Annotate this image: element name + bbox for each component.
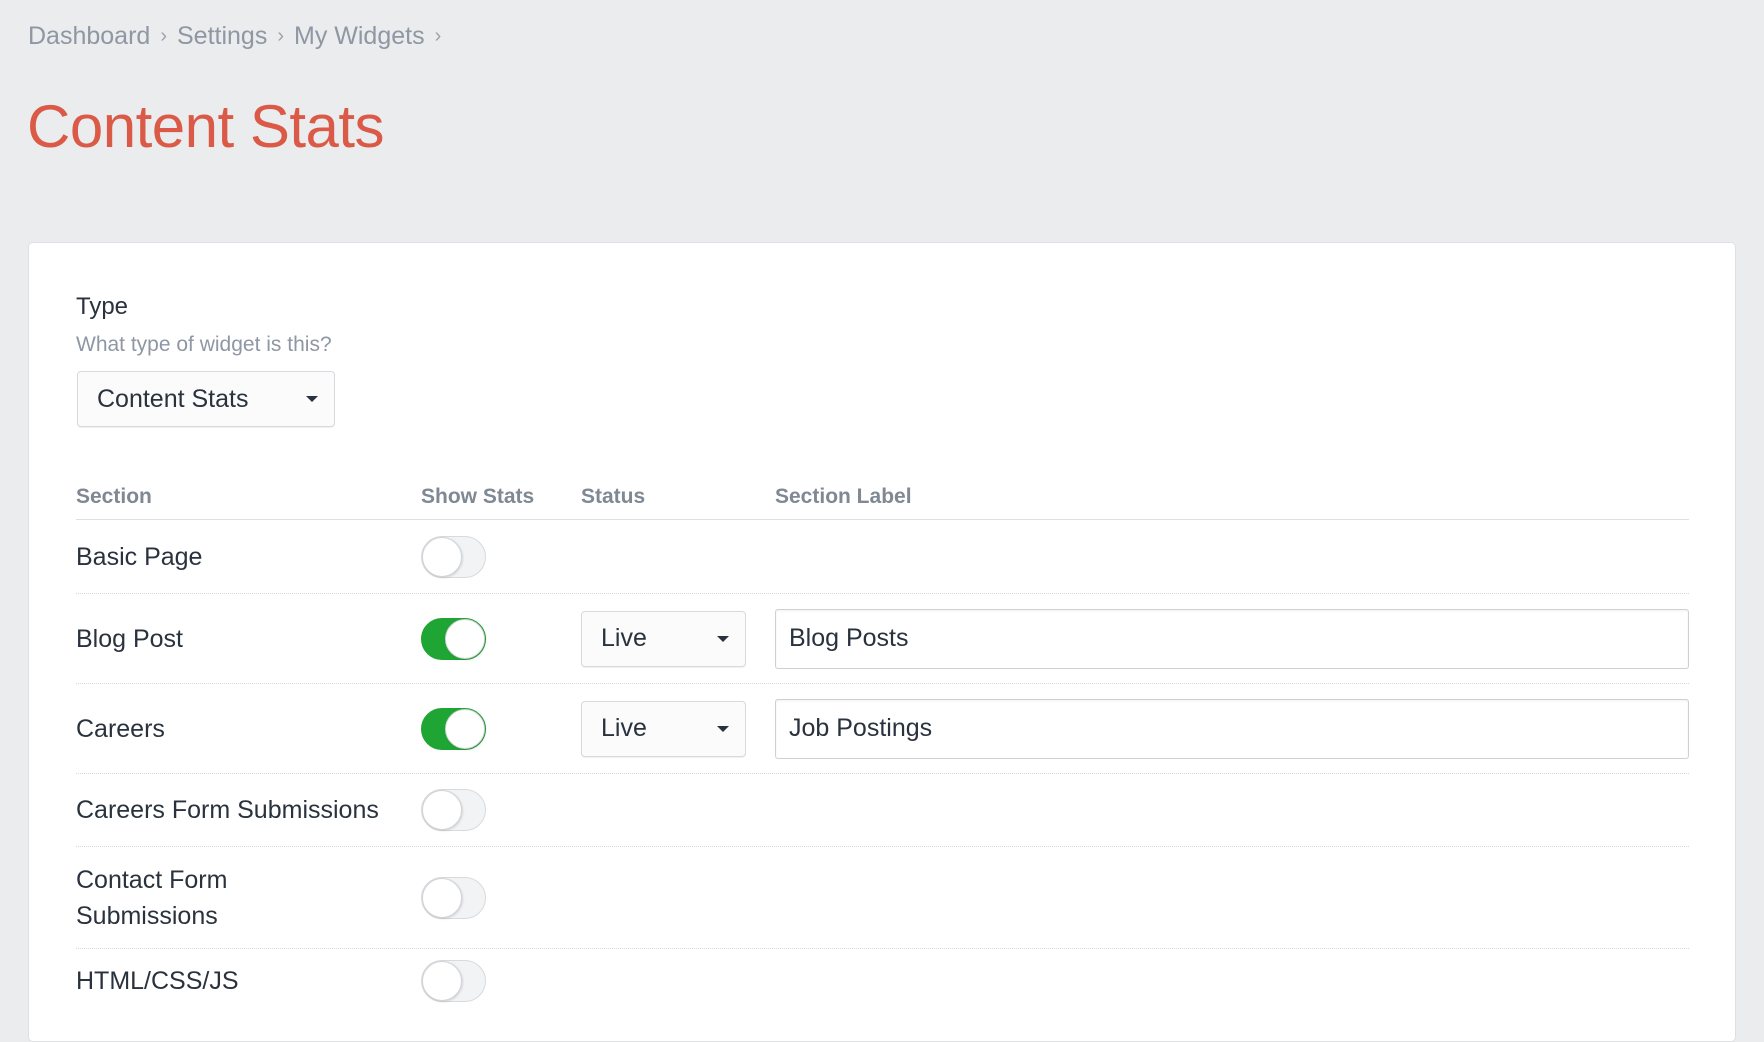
- show-stats-toggle[interactable]: [421, 707, 486, 750]
- type-select-value: Content Stats: [97, 384, 249, 413]
- show-stats-toggle[interactable]: [421, 535, 486, 578]
- section-name: Contact Form Submissions: [76, 865, 228, 930]
- breadcrumb-settings[interactable]: Settings: [177, 22, 267, 51]
- section-name: HTML/CSS/JS: [76, 967, 239, 995]
- caret-down-icon: [717, 725, 729, 732]
- section-label-input[interactable]: Job Postings: [775, 698, 1689, 759]
- section-label-value: Job Postings: [789, 714, 933, 742]
- type-help-text: What type of widget is this?: [76, 333, 332, 356]
- table-row: HTML/CSS/JS: [76, 949, 1689, 1013]
- breadcrumb: Dashboard › Settings › My Widgets ›: [28, 22, 441, 51]
- caret-down-icon: [717, 635, 729, 642]
- table-header: Section Show Stats Status Section Label: [76, 485, 1689, 520]
- header-section-label: Section Label: [775, 485, 912, 508]
- chevron-right-icon: ›: [277, 25, 284, 47]
- widget-settings-card: Type What type of widget is this? Conten…: [28, 242, 1736, 1042]
- page-title: Content Stats: [27, 93, 385, 160]
- status-select[interactable]: Live: [581, 610, 746, 667]
- caret-down-icon: [306, 396, 318, 402]
- show-stats-toggle[interactable]: [421, 960, 486, 1002]
- header-status: Status: [581, 485, 646, 508]
- section-name: Blog Post: [76, 624, 184, 653]
- section-label-value: Blog Posts: [789, 624, 909, 652]
- section-label-input[interactable]: Blog Posts: [775, 608, 1689, 669]
- type-label: Type: [76, 293, 129, 320]
- table-row: Careers Live Job Postings: [76, 684, 1689, 774]
- show-stats-toggle[interactable]: [421, 876, 486, 919]
- chevron-right-icon: ›: [434, 25, 442, 47]
- section-name: Careers: [76, 714, 165, 743]
- show-stats-toggle[interactable]: [421, 617, 486, 660]
- chevron-right-icon: ›: [160, 25, 167, 47]
- table-row: Careers Form Submissions: [76, 774, 1689, 847]
- header-section: Section: [76, 485, 152, 508]
- status-value: Live: [601, 624, 647, 652]
- status-value: Live: [601, 714, 647, 742]
- type-select[interactable]: Content Stats: [77, 371, 335, 427]
- header-show-stats: Show Stats: [421, 485, 535, 508]
- section-name: Careers Form Submissions: [76, 796, 379, 824]
- status-select[interactable]: Live: [581, 700, 746, 757]
- table-row: Contact Form Submissions: [76, 847, 1689, 949]
- table-row: Basic Page: [76, 520, 1689, 594]
- table-row: Blog Post Live Blog Posts: [76, 594, 1689, 684]
- breadcrumb-my-widgets[interactable]: My Widgets: [294, 22, 425, 51]
- breadcrumb-dashboard[interactable]: Dashboard: [28, 22, 150, 51]
- section-name: Basic Page: [76, 542, 203, 571]
- show-stats-toggle[interactable]: [421, 789, 486, 831]
